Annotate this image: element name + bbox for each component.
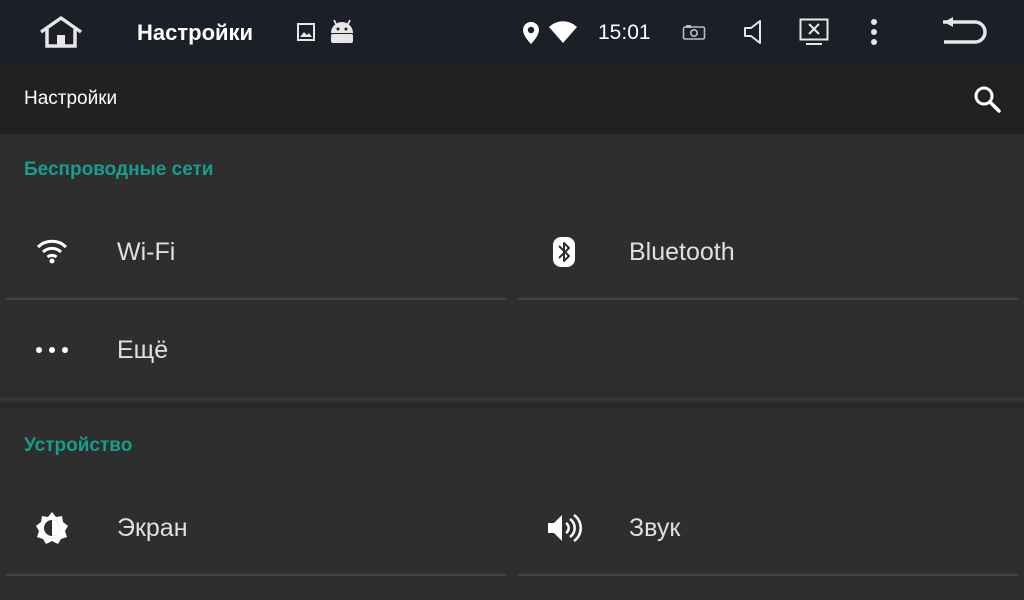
settings-item-more[interactable]: Ещё: [6, 302, 506, 398]
screenshot-icon[interactable]: [681, 22, 707, 42]
more-label: Ещё: [117, 336, 169, 364]
android-icon: [327, 18, 357, 46]
search-icon[interactable]: [970, 82, 1004, 116]
divider: [518, 574, 1018, 576]
action-bar: Настройки: [0, 64, 1024, 134]
section-device: Устройство Экран Звук: [0, 410, 1024, 600]
section-header-wireless: Беспроводные сети: [24, 159, 214, 180]
sound-label: Звук: [629, 514, 681, 542]
bluetooth-label: Bluetooth: [629, 238, 735, 266]
display-label: Экран: [117, 514, 188, 542]
settings-item-sound[interactable]: Звук: [518, 480, 1018, 576]
back-icon[interactable]: [938, 15, 990, 49]
section-header-device: Устройство: [24, 435, 133, 456]
brightness-icon: [28, 510, 76, 546]
wifi-icon: [28, 234, 76, 270]
divider: [518, 298, 1018, 300]
bluetooth-icon: [540, 234, 588, 270]
divider: [6, 298, 506, 300]
volume-icon: [540, 510, 588, 546]
wifi-status-icon: [547, 20, 579, 44]
status-bar: Настройки 15:01: [0, 0, 1024, 64]
image-notification-icon: [296, 22, 316, 42]
volume-down-icon[interactable]: [740, 18, 768, 46]
close-window-icon[interactable]: [798, 17, 830, 47]
home-icon[interactable]: [36, 14, 86, 50]
divider: [6, 574, 506, 576]
settings-item-display[interactable]: Экран: [6, 480, 506, 576]
section-wireless: Беспроводные сети Wi-Fi Bluetooth Ещё: [0, 134, 1024, 398]
page-title: Настройки: [24, 88, 118, 109]
section-separator: [0, 398, 1024, 410]
location-icon: [520, 20, 542, 46]
clock: 15:01: [598, 21, 651, 44]
more-icon: [28, 332, 76, 368]
wifi-label: Wi-Fi: [117, 238, 176, 266]
overflow-menu-icon[interactable]: [864, 16, 884, 48]
settings-item-bluetooth[interactable]: Bluetooth: [518, 204, 1018, 300]
settings-item-wifi[interactable]: Wi-Fi: [6, 204, 506, 300]
window-title: Настройки: [137, 20, 254, 45]
